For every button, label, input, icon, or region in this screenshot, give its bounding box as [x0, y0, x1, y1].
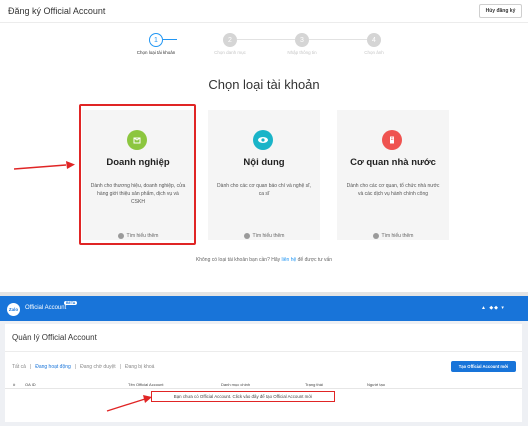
step-4-label: Chọn ảnh: [364, 50, 384, 55]
manage-title: Quản lý Official Account: [12, 333, 97, 342]
register-page: Đăng ký Official Account Hủy đăng ký 1 C…: [0, 0, 528, 292]
step-4: 4 Chọn ảnh: [344, 33, 404, 55]
card-government-learn-more[interactable]: Tìm hiểu thêm: [337, 233, 449, 239]
info-icon: [372, 233, 379, 239]
manage-panel: Quản lý Official Account Tất cả | Đang h…: [5, 324, 522, 422]
step-2-label: Chọn danh mục: [214, 50, 246, 55]
create-oa-button[interactable]: Tạo Official Account mới: [451, 361, 516, 372]
tab-active[interactable]: Đang hoạt động: [35, 364, 71, 370]
tab-separator: |: [29, 364, 32, 370]
manage-page: Zalo Official Account BETA ▲ ◆◆ ▾ Quản l…: [0, 296, 528, 426]
learn-more-label: Tìm hiểu thêm: [381, 233, 414, 239]
eye-icon: [253, 130, 273, 150]
step-1-label: Chọn loại tài khoản: [136, 50, 176, 55]
red-arrow-icon: [106, 395, 152, 412]
step-2: 2 Chọn danh mục: [200, 33, 260, 55]
step-2-number: 2: [223, 33, 237, 47]
tab-separator: |: [119, 364, 121, 370]
col-status: Trạng thái: [305, 382, 323, 387]
tab-locked[interactable]: Đang bị khoá: [125, 364, 154, 370]
choose-type-heading: Chọn loại tài khoản: [208, 77, 320, 92]
beta-badge: BETA: [64, 301, 78, 305]
zalo-app-name: Official Account: [25, 305, 67, 311]
card-content-learn-more[interactable]: Tìm hiểu thêm: [208, 233, 320, 239]
info-icon: [243, 233, 250, 239]
learn-more-label: Tìm hiểu thêm: [252, 233, 285, 239]
card-government-title: Cơ quan nhà nước: [350, 157, 436, 168]
panel-divider: [5, 351, 522, 352]
contact-note-text-end: để được tư vấn: [296, 257, 333, 263]
tab-all[interactable]: Tất cả: [12, 364, 26, 370]
table-header-divider: [5, 388, 522, 389]
step-1: 1 Chọn loại tài khoản: [126, 33, 186, 55]
cancel-registration-button[interactable]: Hủy đăng ký: [479, 4, 522, 18]
tab-pending[interactable]: Đang chờ duyệt: [80, 364, 116, 370]
card-content-title: Nội dung: [243, 157, 285, 168]
highlight-box-business: [79, 104, 196, 245]
red-arrow-icon: [14, 161, 75, 170]
col-category: Danh mục chính: [221, 382, 251, 387]
contact-link[interactable]: liên hệ: [282, 257, 297, 263]
step-4-number: 4: [367, 33, 381, 47]
status-tabs: Tất cả | Đang hoạt động | Đang chờ duyệt…: [12, 364, 154, 370]
card-content-desc: Dành cho các cơ quan báo chí và nghệ sĩ,…: [217, 183, 311, 197]
col-oa-name: Tên Official Account: [128, 382, 164, 387]
zalo-logo[interactable]: Zalo: [7, 303, 20, 316]
tab-separator: |: [74, 364, 77, 370]
step-3-number: 3: [295, 33, 309, 47]
card-government-desc: Dành cho các cơ quan, tổ chức nhà nước v…: [346, 183, 440, 197]
col-index: #: [13, 382, 16, 387]
empty-state-create-link[interactable]: Bạn chưa có Official Account. Click vào …: [151, 391, 335, 402]
step-3: 3 Nhập thông tin: [272, 33, 332, 55]
step-3-label: Nhập thông tin: [287, 50, 317, 55]
col-creator: Người tạo: [367, 382, 385, 387]
user-menu[interactable]: ▲ ◆◆ ▾: [481, 305, 505, 311]
building-icon: [382, 130, 402, 150]
card-government[interactable]: Cơ quan nhà nước Dành cho các cơ quan, t…: [337, 110, 449, 240]
card-content[interactable]: Nội dung Dành cho các cơ quan báo chí và…: [208, 110, 320, 240]
header-divider: [0, 22, 528, 23]
zalo-top-bar: Zalo Official Account BETA ▲ ◆◆ ▾: [0, 296, 528, 321]
col-oa-id: OA ID: [25, 382, 36, 387]
step-1-number: 1: [149, 33, 163, 47]
contact-note: Không có loại tài khoản bạn cần? Hãy liê…: [0, 257, 528, 263]
page-title: Đăng ký Official Account: [8, 6, 106, 16]
contact-note-text: Không có loại tài khoản bạn cần? Hãy: [195, 257, 282, 263]
